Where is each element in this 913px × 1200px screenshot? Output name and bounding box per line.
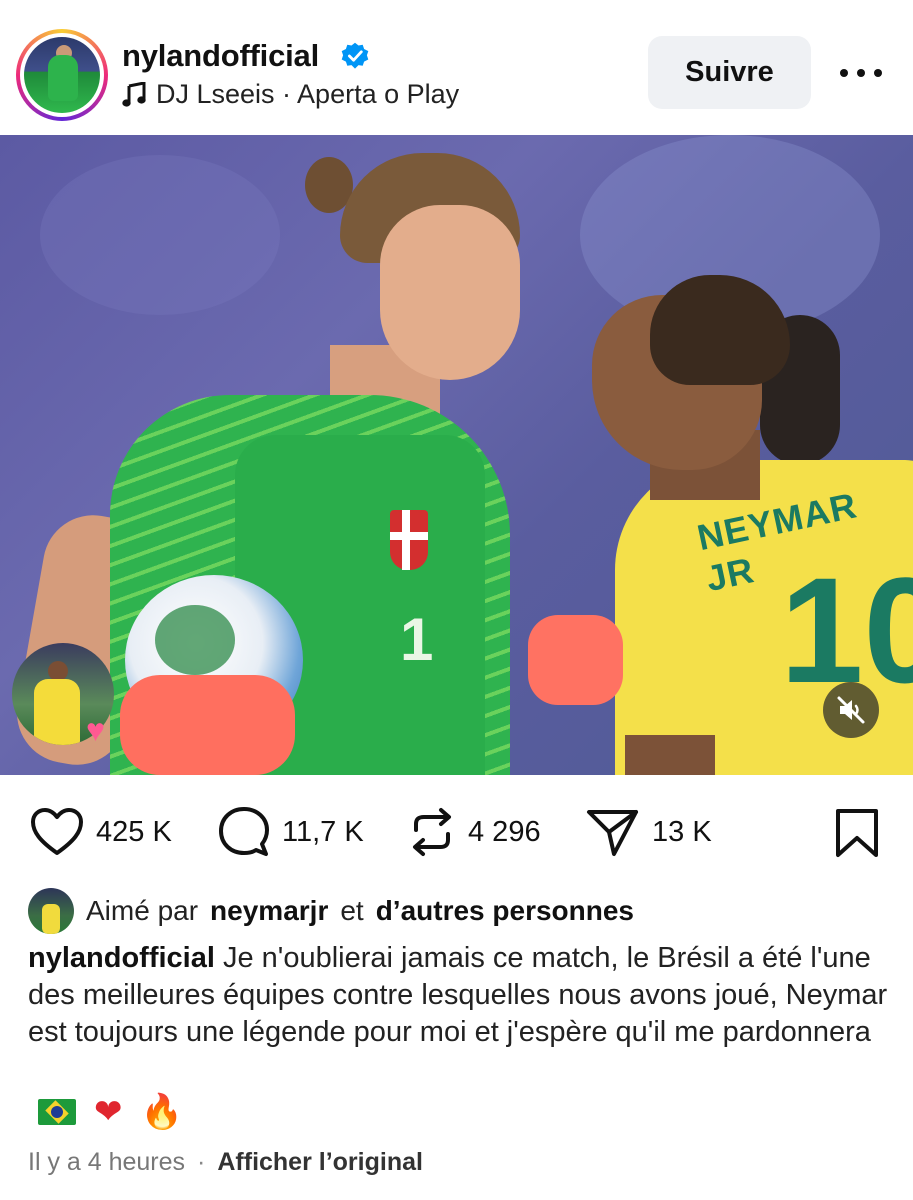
shares-count: 13 K [652, 815, 712, 848]
liked-by-prefix: Aimé par [86, 895, 199, 926]
comment-bubble-icon [219, 807, 269, 856]
goalkeeper-face [380, 205, 520, 380]
verified-badge-icon [341, 42, 369, 69]
speaker-muted-icon [837, 696, 865, 724]
caption-username[interactable]: nylandofficial [28, 942, 215, 974]
show-original-link[interactable]: Afficher l’original [217, 1148, 423, 1177]
bookmark-icon[interactable] [833, 808, 881, 858]
more-options-icon[interactable] [836, 58, 886, 88]
music-note-icon [122, 81, 146, 107]
post-timestamp: Il y a 4 heures [28, 1148, 186, 1176]
send-icon [587, 810, 638, 856]
caption-emojis: ❤ 🔥 [38, 1092, 183, 1132]
footer-separator: · [197, 1148, 206, 1176]
share-button[interactable]: 13 K [586, 800, 712, 864]
repost-icon [413, 808, 451, 856]
action-bar: 425 K 11,7 K 4 296 13 K [0, 800, 913, 864]
liked-by-others[interactable]: d’autres personnes [376, 895, 634, 927]
norway-flag-badge [390, 510, 428, 570]
repost-button[interactable]: 4 296 [408, 800, 541, 864]
username[interactable]: nylandofficial [122, 38, 319, 74]
comment-button[interactable]: 11,7 K [218, 800, 364, 864]
liked-by-user[interactable]: neymarjr [210, 895, 328, 927]
likes-count: 425 K [96, 815, 172, 848]
heart-icon [31, 808, 83, 855]
like-button[interactable]: 425 K [30, 800, 172, 864]
goalkeeper-number: 1 [400, 606, 434, 673]
mute-toggle-button[interactable] [823, 682, 879, 738]
fire-icon: 🔥 [140, 1092, 183, 1132]
music-label: DJ Lseeis · Aperta o Play [156, 79, 460, 109]
liker-avatar[interactable] [28, 888, 74, 934]
avatar-image [24, 37, 100, 113]
goalkeeper-glove [120, 675, 295, 775]
liked-by-row[interactable]: Aimé par neymarjr et d’autres personnes [28, 887, 634, 935]
red-heart-icon: ❤ [94, 1092, 123, 1132]
follow-button[interactable]: Suivre [648, 36, 811, 109]
post-caption: nylandofficial Je n'oublierai jamais ce … [28, 940, 898, 1051]
music-info[interactable]: DJ Lseeis · Aperta o Play [122, 79, 459, 110]
brazil-flag-icon [38, 1099, 76, 1125]
post-footer: Il y a 4 heures · Afficher l’original [28, 1148, 423, 1177]
reposts-count: 4 296 [468, 815, 541, 848]
comments-count: 11,7 K [282, 815, 364, 848]
post-header: nylandofficial DJ Lseeis · Aperta o Play… [0, 0, 913, 135]
profile-avatar[interactable] [16, 29, 108, 121]
post-media[interactable]: 1 NEYMAR JR 10 [0, 135, 913, 775]
heart-badge-icon: ♥ [86, 712, 105, 748]
liked-by-connector: et [340, 895, 364, 926]
goalkeeper-glove-right [528, 615, 623, 705]
